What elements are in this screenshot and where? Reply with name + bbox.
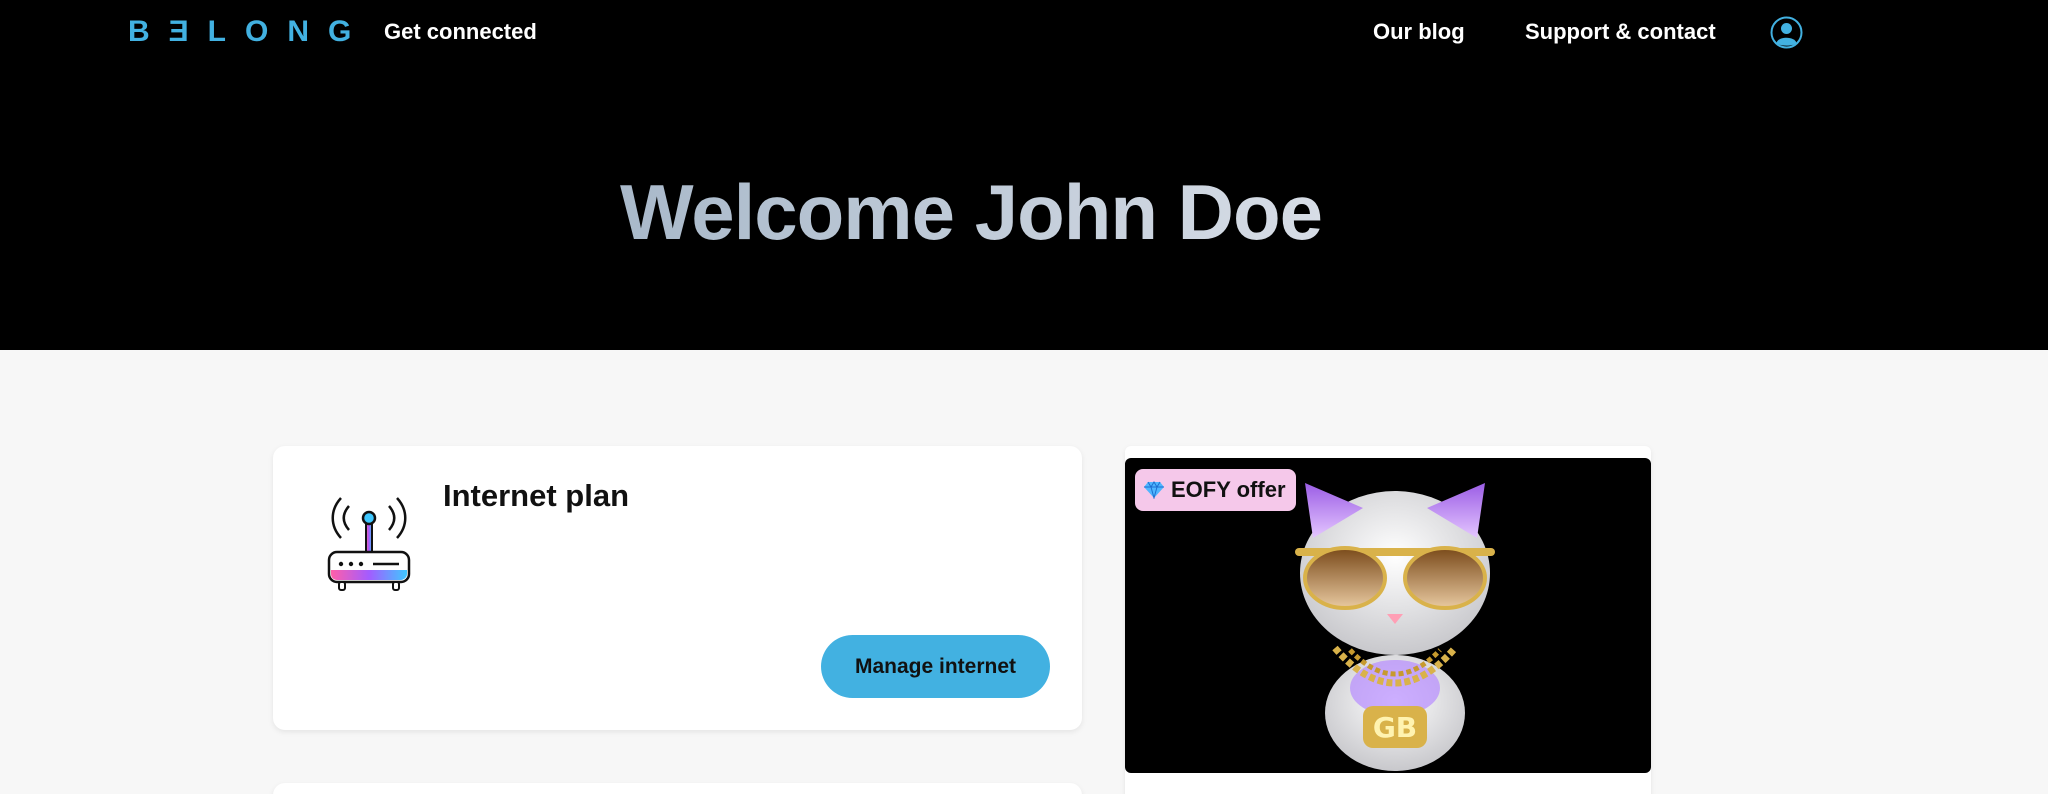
header: BƎLONG Get connected Our blog Support & … <box>0 0 2048 350</box>
nav-get-connected[interactable]: Get connected <box>384 19 537 45</box>
offer-image[interactable]: GB EOFY offer <box>1125 458 1651 773</box>
belong-logo[interactable]: BƎLONG <box>128 14 370 50</box>
eofy-offer-badge: EOFY offer <box>1135 469 1296 511</box>
nav-our-blog[interactable]: Our blog <box>1373 19 1465 45</box>
internet-plan-card: Internet plan Manage internet <box>273 446 1082 730</box>
next-card <box>273 783 1082 794</box>
manage-internet-button[interactable]: Manage internet <box>821 635 1050 698</box>
svg-text:GB: GB <box>1373 711 1417 744</box>
offer-badge-label: EOFY offer <box>1171 477 1286 502</box>
account-icon[interactable] <box>1770 16 1803 49</box>
cat-image: GB <box>1295 483 1495 771</box>
gem-icon <box>1144 481 1164 499</box>
internet-plan-title: Internet plan <box>443 478 630 513</box>
welcome-heading: Welcome John Doe <box>620 164 1323 260</box>
router-icon <box>327 497 411 591</box>
nav-support-contact[interactable]: Support & contact <box>1525 19 1716 45</box>
eofy-offer-card[interactable]: GB EOFY offer <box>1125 446 1651 794</box>
